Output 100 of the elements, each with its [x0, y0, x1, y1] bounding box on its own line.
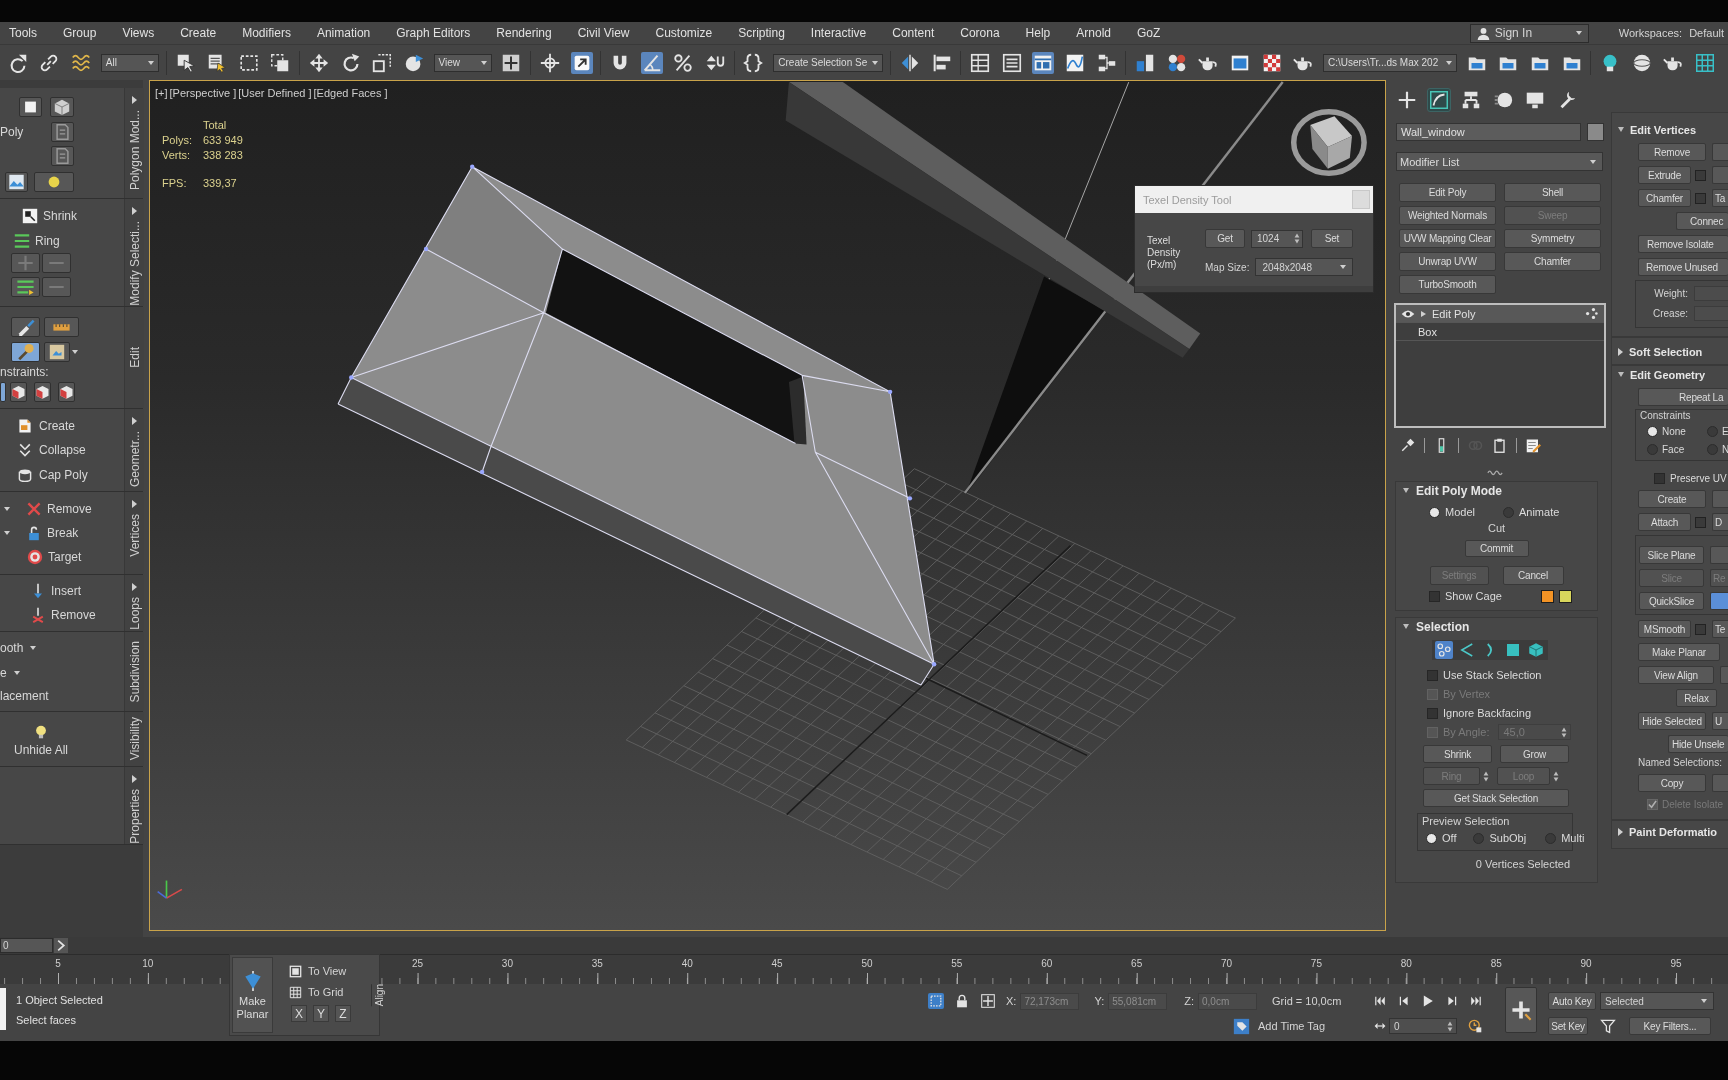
- rollout-header[interactable]: Edit Geometry: [1618, 366, 1706, 383]
- ribbon-button[interactable]: Ring: [14, 233, 60, 249]
- create-button[interactable]: Create: [1638, 490, 1706, 508]
- menu-item[interactable]: Animation: [316, 26, 371, 40]
- viewport-menu-label[interactable]: [User Defined ]: [238, 87, 312, 99]
- workspace-selector[interactable]: Default: [1689, 27, 1724, 39]
- grow-button[interactable]: Grow: [1500, 745, 1569, 763]
- menu-item[interactable]: GoZ: [1137, 26, 1161, 40]
- spinner-icon[interactable]: [1483, 770, 1489, 782]
- frame-field[interactable]: 0: [1389, 1018, 1457, 1034]
- modifier-button[interactable]: UVW Mapping Clear: [1399, 229, 1496, 248]
- grid-icon[interactable]: [1693, 51, 1716, 74]
- axis-button[interactable]: X: [291, 1005, 307, 1022]
- brush-icon[interactable]: [11, 317, 40, 337]
- ribbon-button[interactable]: Collapse: [17, 442, 86, 458]
- modifier-button[interactable]: Weighted Normals: [1399, 206, 1496, 225]
- vertex-dots-icon[interactable]: [1435, 641, 1453, 659]
- copy-button[interactable]: Copy: [1638, 774, 1706, 792]
- crosshair-icon[interactable]: [538, 51, 561, 74]
- lock-icon[interactable]: [955, 994, 969, 1008]
- modifier-button[interactable]: TurboSmooth: [1399, 275, 1496, 294]
- radio-button[interactable]: [1545, 832, 1557, 844]
- get-stack-selection-button[interactable]: Get Stack Selection: [1423, 789, 1569, 807]
- go-to-end-icon[interactable]: [1470, 995, 1482, 1007]
- chamfer-button[interactable]: Chamfer: [1638, 189, 1691, 207]
- percent-icon[interactable]: [672, 51, 695, 74]
- spinner-icon[interactable]: [1553, 770, 1559, 782]
- viewport-menu-label[interactable]: [Perspective ]: [169, 87, 237, 99]
- table-icon[interactable]: [969, 51, 992, 74]
- previous-frame-icon[interactable]: [1398, 995, 1410, 1007]
- color-swatch-icon[interactable]: [1540, 589, 1554, 603]
- auto-key-button[interactable]: Auto Key: [1548, 992, 1596, 1010]
- extrude-button[interactable]: Extrude: [1638, 166, 1691, 184]
- expand-triangle-icon[interactable]: [132, 96, 137, 104]
- rollout-header[interactable]: Edit Poly Mode: [1396, 482, 1502, 499]
- view-align-button[interactable]: View Align: [1638, 666, 1714, 684]
- rollout-header[interactable]: Edit Vertices: [1618, 121, 1697, 138]
- tile-icon[interactable]: [0, 382, 6, 402]
- hide-selected-button[interactable]: Hide Selected: [1638, 712, 1706, 730]
- cut-button[interactable]: [1710, 592, 1728, 610]
- toolbar-dropdown[interactable]: View: [433, 53, 492, 72]
- object-name-field[interactable]: Wall_window: [1396, 123, 1581, 141]
- radio-button[interactable]: [1647, 443, 1658, 455]
- ribbon-button[interactable]: ooth: [0, 640, 37, 656]
- sheet-pencil-icon[interactable]: [1526, 437, 1541, 453]
- axis-button[interactable]: Y: [313, 1005, 329, 1022]
- minus-icon[interactable]: [42, 253, 71, 273]
- squiggle-icon[interactable]: [1486, 468, 1503, 476]
- connect-button[interactable]: Connec: [1676, 212, 1728, 230]
- stack-item[interactable]: Box: [1396, 323, 1604, 341]
- add-time-tag-label[interactable]: Add Time Tag: [1258, 1020, 1326, 1032]
- checkbox[interactable]: [1427, 669, 1438, 681]
- resize-grip[interactable]: [1135, 286, 1373, 292]
- clipboard-icon[interactable]: [1492, 437, 1507, 453]
- arrow-square-icon[interactable]: [570, 51, 593, 74]
- make-planar-button[interactable]: Make Planar: [232, 957, 273, 1033]
- remove-button[interactable]: Remove: [1638, 143, 1706, 161]
- menu-item[interactable]: Views: [122, 26, 155, 40]
- ribbon-button[interactable]: Break: [4, 525, 79, 541]
- braces-icon[interactable]: [742, 51, 765, 74]
- document-icon[interactable]: [51, 146, 74, 166]
- menu-item[interactable]: Interactive: [810, 26, 867, 40]
- cube-icon[interactable]: [1527, 641, 1545, 659]
- plus-square-icon[interactable]: [981, 994, 995, 1008]
- density-field[interactable]: 1024: [1251, 229, 1303, 248]
- object-color-swatch[interactable]: [1587, 123, 1604, 141]
- picture-icon[interactable]: [5, 172, 28, 192]
- hierarchy-icon[interactable]: [1460, 89, 1482, 111]
- quickslice-button[interactable]: QuickSlice: [1639, 592, 1704, 610]
- viewport[interactable]: [+] [Perspective ] [User Defined ] [Edged Faces ] Total Polys: 633 949 Verts: 338 283 FPS: 339,37 Texel Density Tool Texel Density (Px/m) Get 1024 Set Map Size: 2048x2048: [149, 80, 1386, 931]
- shrink-button[interactable]: Shrink: [1423, 745, 1492, 763]
- ribbon-button[interactable]: e: [0, 665, 20, 681]
- sign-in-dropdown[interactable]: Sign In: [1469, 23, 1589, 43]
- spinner-icon[interactable]: [1561, 726, 1568, 738]
- relax-button[interactable]: Relax: [1676, 689, 1717, 707]
- menu-item[interactable]: Customize: [655, 26, 713, 40]
- image-icon[interactable]: [44, 342, 70, 362]
- modifier-button[interactable]: Shell: [1504, 183, 1601, 202]
- menu-item[interactable]: Arnold: [1076, 26, 1111, 40]
- spinner-icon[interactable]: [1447, 1020, 1453, 1032]
- ribbon-button[interactable]: Create: [17, 418, 76, 434]
- radio-button[interactable]: [1647, 425, 1658, 437]
- ribbon-panel-tab[interactable]: Edit: [127, 347, 142, 368]
- angle-bracket-icon[interactable]: [1458, 641, 1476, 659]
- dashed-square-icon[interactable]: [928, 993, 944, 1009]
- menu-item[interactable]: Corona: [960, 26, 1000, 40]
- hide-unselected-button[interactable]: Hide Unsele: [1668, 735, 1728, 753]
- chevron-right-icon[interactable]: [54, 938, 68, 953]
- rollout-header[interactable]: Selection: [1396, 618, 1470, 635]
- tessellate-button[interactable]: Te: [1712, 620, 1728, 638]
- dropdown-arrow-icon[interactable]: [72, 350, 78, 354]
- attach-button[interactable]: Attach: [1638, 513, 1691, 531]
- repeat-last-button[interactable]: Repeat La: [1638, 388, 1728, 406]
- minus-icon[interactable]: [42, 277, 71, 297]
- double-arrow-icon[interactable]: [1374, 1020, 1386, 1032]
- cube-icon[interactable]: [58, 382, 75, 402]
- radio-button[interactable]: [1707, 443, 1718, 455]
- ribbon-button[interactable]: Unhide All: [14, 725, 69, 757]
- set-key-button[interactable]: Set Key: [1548, 1017, 1588, 1035]
- menu-item[interactable]: Content: [892, 26, 935, 40]
